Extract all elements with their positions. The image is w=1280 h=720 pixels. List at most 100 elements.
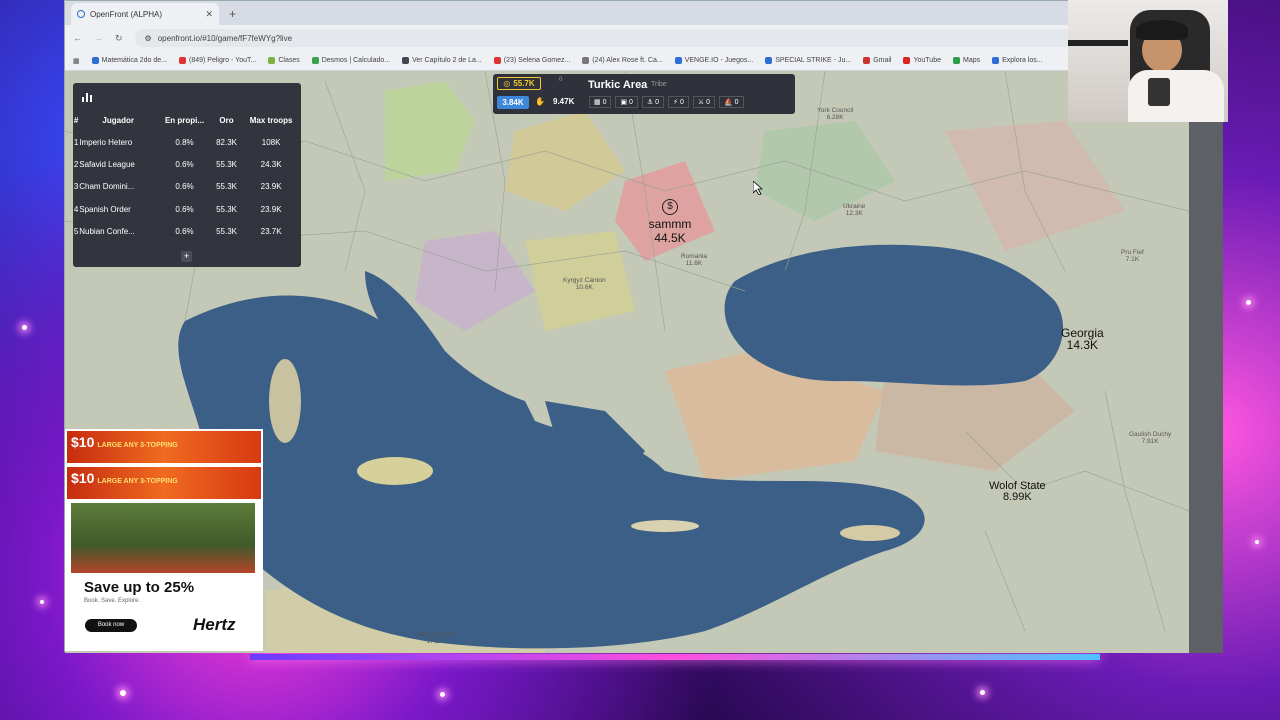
cell-gold: 55.3K [216, 182, 237, 192]
expand-leaderboard-button[interactable]: + [181, 251, 192, 262]
new-tab-button[interactable]: + [229, 7, 236, 21]
nation-label[interactable]: State of Libya 17.1K [415, 631, 455, 646]
book-now-button[interactable]: Book now [85, 619, 137, 632]
bookmark-label: VENGE.IO - Juegos... [684, 57, 754, 64]
anchor-count: ⚓ 0 [641, 96, 665, 108]
territory-type: Tribe [651, 81, 667, 88]
game-canvas[interactable]: $ sammm 44.5K Georgia 14.3K Wolof State … [65, 71, 1189, 653]
bookmark-item[interactable]: Explora los... [992, 57, 1043, 64]
gold-value: 55.7K [513, 79, 535, 88]
mouse-cursor [753, 181, 763, 195]
bookmark-item[interactable]: YouTube [903, 57, 941, 64]
nation-label[interactable]: York Council 6.28K [817, 107, 853, 122]
sparkle [440, 692, 445, 697]
bookmark-item[interactable]: VENGE.IO - Juegos... [674, 57, 754, 64]
bookmark-item[interactable]: Clases [268, 57, 300, 64]
header-gold[interactable]: Oro [212, 109, 241, 131]
promo-text: LARGE ANY 3-TOPPING [97, 442, 178, 449]
sparkle [22, 325, 27, 330]
promo-text: LARGE ANY 3-TOPPING [97, 478, 178, 485]
nation-label[interactable]: Kyrgyz Canton 10.6K [563, 277, 606, 292]
hand-icon: ✋ [535, 97, 545, 106]
ad-photo [71, 503, 255, 573]
nation-label-georgia[interactable]: Georgia 14.3K [1061, 327, 1104, 351]
hair-shape [1136, 20, 1188, 40]
webcam-overlay [1068, 0, 1228, 122]
nation-troops: 14.3K [1066, 338, 1099, 352]
close-tab-icon[interactable]: ✕ [205, 9, 213, 20]
tab-strip: OpenFront (ALPHA) ✕ + [65, 1, 1221, 25]
nation-troops: 8.99K [1002, 491, 1032, 503]
bookmark-icon [863, 57, 871, 64]
nation-label[interactable]: Ukraine 12.3K [843, 203, 865, 218]
bookmark-item[interactable]: Ver Capítulo 2 de La... [402, 57, 482, 64]
table-row[interactable]: 5 Nubian Confe... 0.6% 55.3K 23.7K [73, 221, 301, 243]
bookmark-label: Ver Capítulo 2 de La... [412, 57, 482, 64]
player-territory-label[interactable]: $ sammm 44.5K [640, 199, 700, 245]
troops-badge: 3.84K [497, 96, 529, 109]
cell-troops: 24.3K [260, 160, 282, 170]
promo-price: $10 [71, 434, 95, 450]
header-player[interactable]: Jugador [79, 109, 157, 131]
tab-title: OpenFront (ALPHA) [90, 9, 163, 19]
bookmark-label: (24) Alex Rose ft. Ca... [592, 57, 663, 64]
table-row[interactable]: 2 Safavid League 0.6% 55.3K 24.3K [73, 153, 301, 175]
cell-player: Safavid League [79, 160, 135, 170]
browser-toolbar: ← → ↻ ⚙ openfront.io/#10/game/fF7feWYg?l… [65, 25, 1221, 51]
header-troops[interactable]: Max troops [241, 109, 301, 131]
shirt-shape [1128, 70, 1224, 122]
gold-coin-icon: $ [662, 199, 678, 215]
nation-label-wolof[interactable]: Wolof State 8.99K [989, 481, 1046, 503]
advertisement[interactable]: $10 LARGE ANY 3-TOPPING $10 LARGE ANY 3-TO… [65, 429, 263, 651]
bookmark-item[interactable]: Maps [952, 57, 980, 64]
cell-gold: 55.3K [216, 227, 237, 237]
promo-price: $10 [71, 470, 95, 486]
nation-label[interactable]: Gaulish Duchy 7.91K [1129, 431, 1171, 446]
reload-icon[interactable]: ↻ [115, 33, 123, 44]
hertz-logo: Hertz [193, 615, 236, 634]
bookmark-item[interactable]: Matemática 2do de... [91, 57, 167, 64]
cell-player: Nubian Confe... [79, 227, 135, 237]
sparkle [980, 690, 985, 695]
bookmark-icon [952, 57, 960, 64]
bookmark-item[interactable]: (23) Selena Gomez... [493, 57, 571, 64]
leaderboard-table: # Jugador En propi... Oro Max troops 1 Im… [73, 109, 301, 243]
territory-info-panel: ◎ 55.7K 0 Turkic Area Tribe 3.84K ✋ 9.47K… [493, 74, 795, 114]
header-owned[interactable]: En propi... [157, 109, 212, 131]
pizza-banner[interactable]: $10 LARGE ANY 3-TOPPING [67, 467, 261, 499]
bookmark-icon [91, 57, 99, 64]
bookmark-label: (23) Selena Gomez... [503, 57, 571, 64]
table-row[interactable]: 4 Spanish Order 0.6% 55.3K 23.9K [73, 198, 301, 220]
back-icon[interactable]: ← [73, 33, 82, 43]
tab-openfront[interactable]: OpenFront (ALPHA) ✕ [71, 3, 219, 25]
ad-subline: Book. Save. Explore. [84, 598, 141, 604]
nation-label[interactable]: Romania 11.6K [681, 253, 707, 268]
sparkle [1246, 300, 1251, 305]
bar-chart-icon[interactable] [81, 91, 93, 103]
site-info-icon[interactable]: ⚙ [145, 34, 152, 43]
pizza-banner[interactable]: $10 LARGE ANY 3-TOPPING [67, 431, 261, 463]
cup-shape [1148, 78, 1170, 106]
nation-label[interactable]: Pru Fief 7.1K [1121, 249, 1144, 264]
ad-headline: Save up to 25% [84, 579, 195, 596]
bookmark-item[interactable]: (849) Peligro - YouT... [179, 57, 256, 64]
cell-gold: 82.3K [216, 137, 237, 147]
bookmark-item[interactable]: (24) Alex Rose ft. Ca... [582, 57, 663, 64]
bookmark-icon [493, 57, 501, 64]
bookmark-item[interactable]: SPECIAL STRIKE - Ju... [765, 57, 851, 64]
port-count: ▣ 0 [615, 96, 638, 108]
bookmark-item[interactable]: Gmail [863, 57, 891, 64]
sparkle [120, 690, 126, 696]
bookmark-icon [765, 57, 773, 64]
apps-icon[interactable]: ▦ [73, 57, 80, 65]
bookmark-label: Desmos | Calculado... [321, 57, 391, 64]
bookmark-item[interactable]: Desmos | Calculado... [311, 57, 391, 64]
city-count: ▦ 0 [589, 96, 612, 108]
address-bar[interactable]: ⚙ openfront.io/#10/game/fF7feWYg?live [134, 29, 1213, 47]
building-counts: ▦ 0 ▣ 0 ⚓ 0 ⚡ 0 ⚔ 0 ⛵ 0 [589, 96, 744, 108]
cell-owned: 0.8% [175, 137, 194, 147]
table-row[interactable]: 3 Cham Domini... 0.6% 55.3K 23.9K [73, 176, 301, 198]
bookmark-icon [903, 57, 911, 64]
forward-icon[interactable]: → [94, 33, 103, 43]
table-row[interactable]: 1 Imperio Hetero 0.8% 82.3K 108K [73, 131, 301, 153]
